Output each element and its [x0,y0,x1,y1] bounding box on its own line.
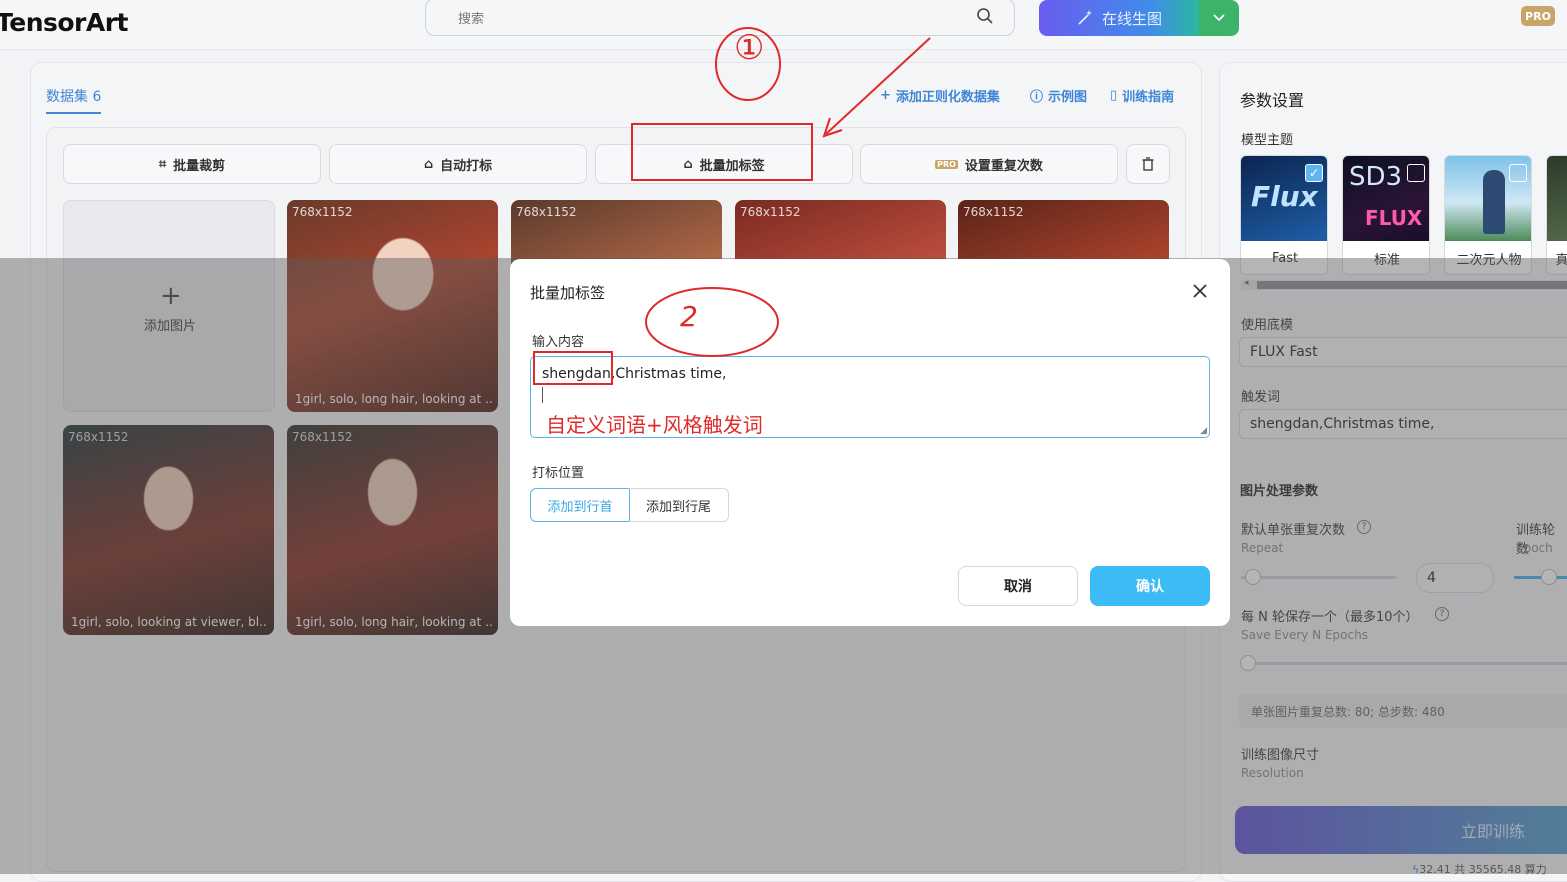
auto-tag-label: 自动打标 [440,158,493,174]
image-dim: 768x1152 [292,205,353,219]
search-placeholder: 搜索 [458,12,485,27]
text-caret [542,387,543,403]
image-dim: 768x1152 [963,205,1024,219]
flux-logo-icon: Flux [1251,180,1318,213]
sd3-logo-icon: SD3 [1349,162,1403,192]
delete-button[interactable] [1126,144,1170,184]
set-repeat-label: 设置重复次数 [964,158,1043,174]
tag-position-label: 打标位置 [532,466,585,481]
set-repeat-button[interactable]: PRO 设置重复次数 [860,144,1118,184]
theme-art [1445,156,1531,241]
example-image-label: 示例图 [1048,90,1088,105]
add-to-head-option[interactable]: 添加到行首 [530,488,630,522]
pro-badge[interactable]: PRO [1521,6,1555,26]
annotation-hint-text: 自定义词语+风格触发词 [546,413,763,437]
tab-dataset[interactable]: 数据集 6 [46,86,102,114]
theme-art: SD3 FLUX [1343,156,1429,241]
search-icon[interactable] [976,7,994,25]
theme-art [1547,156,1567,241]
batch-crop-label: 批量裁剪 [173,158,226,174]
magic-wand-icon [1078,10,1092,25]
info-icon: ⓘ [1030,90,1044,105]
cancel-button[interactable]: 取消 [958,566,1078,606]
batch-add-tag-dialog: 批量加标签 输入内容 shengdan,Christmas time, ◢ 打标… [510,259,1230,626]
theme-card-anime[interactable]: 二次元人物 [1444,155,1532,275]
logo[interactable]: TensorArt [0,8,129,37]
dialog-title: 批量加标签 [530,284,606,302]
annotation-number-2: 2 [680,300,698,333]
confirm-button[interactable]: 确认 [1090,566,1210,606]
generate-button[interactable]: 在线生图 [1039,0,1199,36]
tag-icon: ⌂ [423,156,434,172]
generate-label: 在线生图 [1101,9,1162,28]
annotation-circle-2 [645,287,779,357]
input-content-label: 输入内容 [532,335,585,350]
image-dim: 768x1152 [740,205,801,219]
trash-icon [1142,157,1154,171]
auto-tag-button[interactable]: ⌂ 自动打标 [329,144,587,184]
training-guide-label: 训练指南 [1122,90,1175,105]
image-dim: 768x1152 [516,205,577,219]
resize-handle-icon[interactable]: ◢ [1200,426,1207,436]
chevron-down-icon [1213,14,1225,22]
theme-card-standard[interactable]: SD3 FLUX 标准 [1342,155,1430,275]
batch-crop-button[interactable]: ⌗ 批量裁剪 [63,144,321,184]
crop-icon: ⌗ [158,156,167,172]
flux-logo-icon: FLUX [1365,206,1423,230]
checkbox-icon [1407,164,1425,182]
book-icon: ▯ [1110,88,1118,103]
theme-card-fast[interactable]: Flux ✓ Fast [1240,155,1328,275]
generate-dropdown-button[interactable] [1199,0,1239,36]
theme-art: Flux ✓ [1241,156,1327,241]
character-figure-icon [1483,170,1505,234]
params-title: 参数设置 [1240,91,1305,110]
model-theme-label: 模型主题 [1241,133,1294,148]
training-guide-link[interactable]: ▯ 训练指南 [1110,86,1174,105]
annotation-number-1: ① [734,28,765,68]
checkbox-icon [1509,164,1527,182]
check-icon: ✓ [1305,164,1323,182]
close-icon[interactable] [1190,281,1210,301]
theme-card-real[interactable]: 真 [1546,155,1567,275]
annotation-box-custom-word [533,351,613,385]
add-to-tail-option[interactable]: 添加到行尾 [629,488,729,522]
example-image-link[interactable]: ⓘ 示例图 [1030,86,1087,105]
pro-mini-icon: PRO [935,159,958,169]
